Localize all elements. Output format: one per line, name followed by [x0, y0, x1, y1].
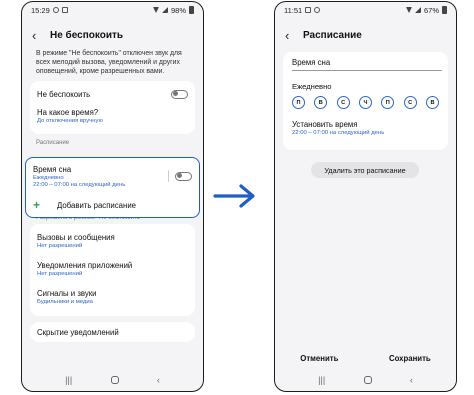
set-time-item[interactable]: Установить время 22:00 – 07:00 на следую…	[292, 120, 439, 136]
add-schedule-button[interactable]: + Добавить расписание	[33, 198, 192, 212]
phone-do-not-disturb: 15:29 98% ‹ Не беспокоить В режиме "Не б…	[21, 1, 204, 392]
battery-level: 67%	[423, 5, 439, 15]
cancel-button[interactable]: Отменить	[300, 354, 338, 363]
dnd-label: Не беспокоить	[37, 89, 91, 99]
schedule-section-label: Расписание	[36, 140, 70, 147]
how-long-value: До отключения вручную	[37, 118, 103, 125]
sleep-schedule-item[interactable]: Время сна Ежедневно 22:00 – 07:00 на сле…	[33, 162, 192, 190]
navigation-bar: ||| ‹	[22, 369, 203, 391]
page-title: Расписание	[303, 29, 362, 41]
gallery-icon	[61, 7, 68, 13]
back-nav-icon[interactable]: ‹	[410, 375, 413, 385]
app-bar: ‹ Не беспокоить	[22, 26, 203, 44]
sleep-days: Ежедневно	[33, 174, 64, 181]
dnd-toggle[interactable]	[171, 89, 188, 99]
delete-schedule-button[interactable]: Удалить это расписание	[311, 162, 419, 178]
notification-icon	[314, 7, 321, 13]
back-arrow-icon[interactable]: ‹	[32, 29, 46, 42]
battery-level: 98%	[170, 5, 186, 15]
phone-schedule: 11:51 67% ‹ Расписание Время сна Ежеднев…	[274, 1, 457, 392]
day-toggle[interactable]: П	[292, 96, 305, 109]
sleep-toggle[interactable]	[175, 171, 192, 181]
signal-icon	[161, 7, 168, 13]
status-bar: 15:29 98%	[22, 2, 203, 18]
set-time-label: Установить время	[292, 120, 358, 129]
day-toggle[interactable]: С	[403, 96, 417, 109]
wifi-icon	[152, 7, 159, 13]
sleep-label: Время сна	[33, 164, 72, 174]
battery-icon	[189, 6, 194, 14]
calls-value: Нет разрешений	[37, 243, 83, 250]
day-toggle[interactable]: В	[425, 96, 439, 109]
allowed-card: Вызовы и сообщения Нет разрешений Уведом…	[30, 224, 195, 317]
save-button[interactable]: Сохранить	[389, 354, 431, 363]
how-long-label: На какое время?	[37, 108, 99, 118]
page-title: Не беспокоить	[50, 29, 124, 41]
sleep-time: 22:00 – 07:00 на следующий день	[33, 181, 126, 188]
dnd-card: Не беспокоить На какое время? До отключе…	[30, 81, 195, 135]
gallery-icon	[305, 7, 312, 13]
back-nav-icon[interactable]: ‹	[157, 375, 160, 385]
daily-label: Ежедневно	[292, 82, 332, 91]
signal-icon	[414, 7, 421, 13]
bottom-actions: Отменить Сохранить	[275, 354, 456, 363]
alarms-label: Сигналы и звуки	[37, 289, 97, 299]
schedule-name-field[interactable]: Время сна	[292, 58, 442, 71]
recent-apps-icon[interactable]: |||	[65, 375, 72, 385]
how-long-item[interactable]: На какое время? До отключения вручную	[37, 108, 188, 130]
alarms-value: Будильники и медиа	[37, 299, 93, 306]
calls-label: Вызовы и сообщения	[37, 233, 115, 243]
status-time: 15:29	[31, 5, 50, 15]
hide-notifications-label: Скрытие уведомлений	[37, 327, 119, 337]
app-notifications-value: Нет разрешений	[37, 271, 83, 278]
divider	[168, 170, 169, 182]
home-icon[interactable]	[363, 376, 372, 384]
weekday-selector: П В С Ч П С В	[292, 96, 439, 109]
calls-item[interactable]: Вызовы и сообщения Нет разрешений	[37, 228, 188, 256]
navigation-bar: ||| ‹	[275, 369, 456, 391]
day-toggle[interactable]: П	[381, 96, 395, 109]
set-time-value: 22:00 – 07:00 на следующий день	[292, 130, 385, 136]
day-toggle[interactable]: Ч	[358, 96, 372, 109]
status-time: 11:51	[284, 5, 303, 15]
day-toggle[interactable]: С	[336, 96, 350, 109]
schedule-card-highlighted: Время сна Ежедневно 22:00 – 07:00 на сле…	[25, 157, 200, 218]
back-arrow-icon[interactable]: ‹	[285, 29, 299, 42]
dnd-toggle-row[interactable]: Не беспокоить	[37, 85, 188, 103]
alarms-item[interactable]: Сигналы и звуки Будильники и медиа	[37, 284, 188, 312]
app-bar: ‹ Расписание	[275, 26, 456, 44]
status-bar: 11:51 67%	[275, 2, 456, 18]
wifi-icon	[405, 7, 412, 13]
app-notifications-label: Уведомления приложений	[37, 261, 133, 271]
battery-icon	[442, 6, 447, 14]
app-notifications-item[interactable]: Уведомления приложений Нет разрешений	[37, 256, 188, 284]
dnd-description: В режиме "Не беспокоить" отключен звук д…	[36, 50, 182, 75]
notification-icon	[52, 7, 59, 13]
home-icon[interactable]	[110, 376, 119, 384]
add-schedule-label: Добавить расписание	[57, 200, 137, 210]
day-toggle[interactable]: В	[314, 96, 328, 109]
plus-icon: +	[33, 198, 41, 212]
right-arrow-icon	[213, 184, 255, 208]
schedule-card: Время сна Ежедневно П В С Ч П С В Устано…	[283, 52, 448, 150]
hide-notifications-item[interactable]: Скрытие уведомлений	[30, 322, 195, 343]
recent-apps-icon[interactable]: |||	[318, 375, 325, 385]
